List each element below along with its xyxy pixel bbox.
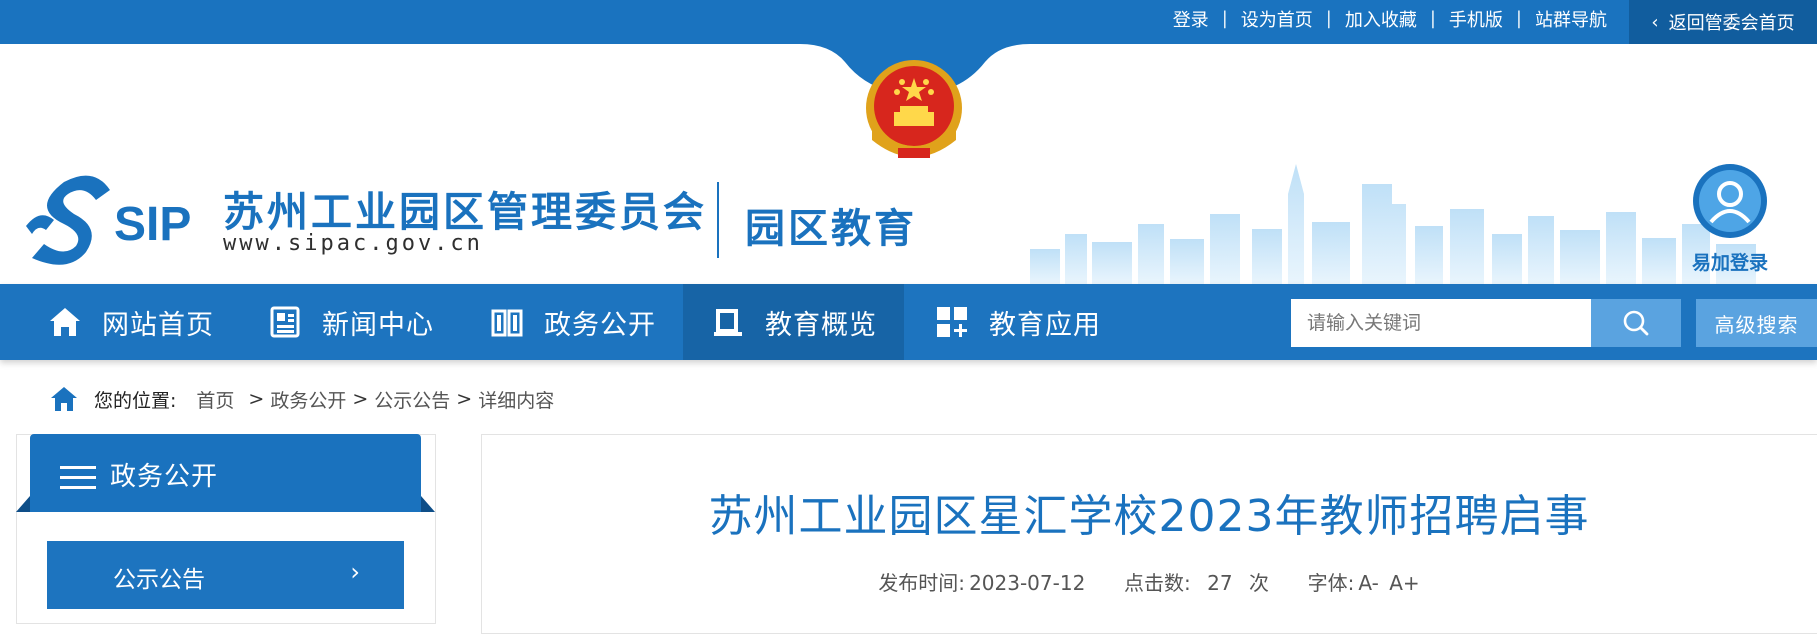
separator: | (1325, 8, 1332, 29)
search-button[interactable] (1591, 299, 1681, 347)
menu-icon (60, 466, 96, 489)
mobile-version-link[interactable]: 手机版 (1449, 6, 1503, 32)
city-skyline-decoration (1030, 164, 1756, 284)
nav-item-apps[interactable]: 教育应用 (935, 284, 1101, 360)
sip-logo: SIP (26, 175, 191, 265)
sidebar-title: 政务公开 (110, 462, 219, 492)
back-to-committee-label: 返回管委会首页 (1668, 13, 1795, 34)
separator: | (1515, 8, 1522, 29)
add-favorite-link[interactable]: 加入收藏 (1345, 6, 1417, 32)
national-emblem-icon (866, 60, 962, 158)
article-meta: 发布时间: 2023-07-12 点击数: 27 次 字体: A- A+ (481, 567, 1817, 596)
nav-item-label: 教育概览 (765, 309, 877, 341)
nav-item-label: 政务公开 (544, 309, 656, 341)
search-input[interactable] (1291, 299, 1591, 347)
site-subtitle: 园区教育 (745, 206, 917, 252)
chevron-left-icon: ‹ (1651, 11, 1659, 33)
separator: | (1221, 8, 1228, 29)
header-divider (717, 182, 719, 258)
yijia-login-button[interactable]: 易加登录 (1678, 162, 1782, 275)
home-icon (50, 308, 80, 336)
nav-item-label: 教育应用 (989, 309, 1101, 341)
top-bar: 登录 | 设为首页 | 加入收藏 | 手机版 | 站群导航 ‹ 返回管委会首页 (0, 0, 1817, 44)
nav-item-news[interactable]: 新闻中心 (268, 284, 434, 360)
click-count-unit: 次 (1248, 571, 1269, 595)
main-nav: 网站首页 新闻中心 政务公开 教育概览 教育应用 请输入关键词 高级搜索 (0, 284, 1817, 360)
breadcrumb-separator: > (352, 388, 369, 410)
overview-icon (714, 309, 742, 336)
publish-time-label: 发布时间: (878, 571, 966, 595)
nav-item-overview[interactable]: 教育概览 (683, 284, 904, 360)
news-icon (270, 306, 300, 338)
back-to-committee-button[interactable]: ‹ 返回管委会首页 (1629, 0, 1817, 44)
sidebar-item-label: 公示公告 (113, 567, 205, 593)
nav-item-home[interactable]: 网站首页 (48, 284, 214, 360)
font-larger-button[interactable]: A+ (1389, 571, 1419, 595)
org-title: 苏州工业园区管理委员会 (223, 188, 707, 236)
publish-date: 2023-07-12 (969, 571, 1086, 595)
nav-item-government[interactable]: 政务公开 (490, 284, 656, 360)
article-title: 苏州工业园区星汇学校2023年教师招聘启事 (708, 491, 1590, 542)
font-size-label: 字体: (1307, 571, 1355, 595)
login-link[interactable]: 登录 (1173, 6, 1209, 32)
site-header: SIP 苏州工业园区管理委员会 www.sipac.gov.cn 园区教育 易加… (0, 44, 1817, 284)
font-smaller-button[interactable]: A- (1358, 571, 1378, 595)
site-group-nav-link[interactable]: 站群导航 (1535, 6, 1607, 32)
click-count: 27 (1207, 571, 1233, 595)
book-icon (491, 309, 523, 337)
breadcrumb-prefix: 您的位置: (94, 389, 177, 412)
nav-item-label: 网站首页 (102, 309, 214, 341)
sidebar-header: 政务公开 (16, 434, 435, 512)
set-homepage-link[interactable]: 设为首页 (1241, 6, 1313, 32)
breadcrumb-separator: > (248, 388, 265, 410)
apps-icon (937, 307, 967, 337)
org-url: www.sipac.gov.cn (223, 231, 483, 256)
ribbon-fold-left (16, 496, 30, 512)
breadcrumb-current: 详细内容 (478, 389, 555, 412)
breadcrumb-separator: > (456, 388, 473, 410)
ribbon-fold-right (421, 496, 435, 512)
nav-item-label: 新闻中心 (322, 309, 434, 341)
chevron-right-icon: › (350, 558, 360, 586)
click-count-label: 点击数: (1124, 571, 1191, 595)
search-icon (1623, 310, 1649, 336)
logo-text: SIP (114, 198, 191, 251)
breadcrumb-home-link[interactable]: 首页 (196, 386, 234, 413)
breadcrumb-government-link[interactable]: 政务公开 (270, 386, 346, 413)
home-icon (51, 387, 77, 411)
advanced-search-button[interactable]: 高级搜索 (1696, 299, 1817, 347)
yijia-login-label: 易加登录 (1691, 252, 1768, 274)
sidebar-item-notice[interactable]: 公示公告 › (47, 541, 404, 609)
user-avatar-icon (1693, 164, 1767, 238)
breadcrumb-notice-link[interactable]: 公示公告 (374, 386, 450, 413)
separator: | (1429, 8, 1436, 29)
breadcrumb: 您的位置: 首页 > 政务公开 > 公示公告 > 详细内容 (50, 382, 554, 416)
top-links: 登录 | 设为首页 | 加入收藏 | 手机版 | 站群导航 (1173, 0, 1607, 37)
